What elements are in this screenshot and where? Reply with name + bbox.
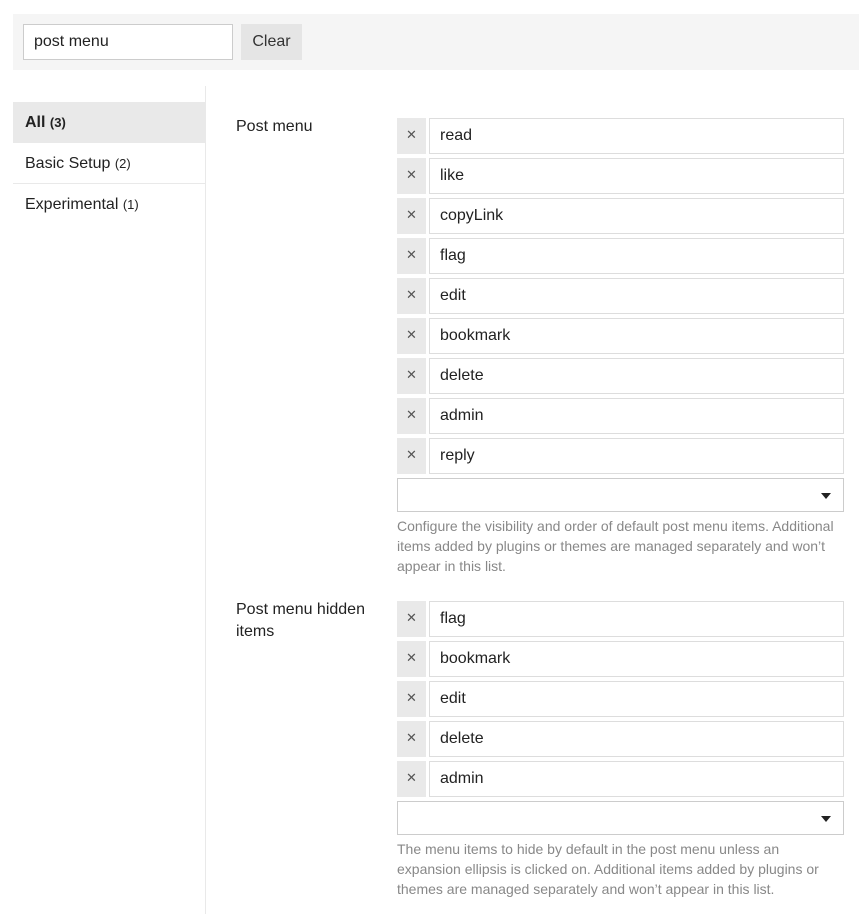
close-icon[interactable]: ✕ [397,318,426,354]
list-item-input[interactable] [429,118,844,154]
list-item-input[interactable] [429,438,844,474]
setting-label: Post menu [236,118,313,135]
list-item: ✕ [397,721,844,757]
list-item: ✕ [397,118,844,154]
close-icon[interactable]: ✕ [397,358,426,394]
sidebar-item-count: (1) [122,197,139,212]
list-item: ✕ [397,318,844,354]
list-item: ✕ [397,238,844,274]
list-item: ✕ [397,641,844,677]
add-item-dropdown[interactable] [397,801,844,835]
sidebar-item-label: Basic Setup [25,155,111,172]
setting-description: Configure the visibility and order of de… [397,518,834,574]
list-item-input[interactable] [429,681,844,717]
setting-value: ✕ ✕ ✕ ✕ ✕ ✕ ✕ ✕ [397,118,844,576]
close-icon[interactable]: ✕ [397,158,426,194]
close-icon[interactable]: ✕ [397,398,426,434]
caret-down-icon [821,493,831,499]
add-item-dropdown[interactable] [397,478,844,512]
caret-down-icon [821,816,831,822]
list-item: ✕ [397,358,844,394]
list-item-input[interactable] [429,601,844,637]
close-icon[interactable]: ✕ [397,761,426,797]
list-item-input[interactable] [429,641,844,677]
sidebar-item-basic-setup[interactable]: Basic Setup (2) [13,143,205,184]
list-item-input[interactable] [429,318,844,354]
close-icon[interactable]: ✕ [397,681,426,717]
close-icon[interactable]: ✕ [397,721,426,757]
close-icon[interactable]: ✕ [397,238,426,274]
list-item: ✕ [397,438,844,474]
list-item-input[interactable] [429,158,844,194]
list-item: ✕ [397,681,844,717]
sidebar-item-label: All [25,114,46,131]
close-icon[interactable]: ✕ [397,278,426,314]
list-item-input[interactable] [429,398,844,434]
list-item-input[interactable] [429,358,844,394]
category-sidebar: All (3) Basic Setup (2) Experimental (1) [13,102,205,225]
list-item: ✕ [397,158,844,194]
close-icon[interactable]: ✕ [397,641,426,677]
clear-button[interactable]: Clear [241,24,302,60]
setting-label: Post menu hidden items [236,601,365,640]
list-item-input[interactable] [429,278,844,314]
sidebar-item-count: (3) [49,115,66,130]
sidebar-item-experimental[interactable]: Experimental (1) [13,184,205,225]
settings-search-input[interactable] [23,24,233,60]
sidebar-divider [205,86,206,914]
sidebar-item-label: Experimental [25,196,119,213]
close-icon[interactable]: ✕ [397,438,426,474]
close-icon[interactable]: ✕ [397,601,426,637]
list-item: ✕ [397,601,844,637]
list-item: ✕ [397,278,844,314]
close-icon[interactable]: ✕ [397,198,426,234]
list-item: ✕ [397,761,844,797]
close-icon[interactable]: ✕ [397,118,426,154]
settings-filter-bar: Clear [13,14,859,70]
list-item: ✕ [397,398,844,434]
setting-value: ✕ ✕ ✕ ✕ ✕ The menu items to hide by defa… [397,601,844,899]
list-item-input[interactable] [429,721,844,757]
list-item-input[interactable] [429,198,844,234]
list-item-input[interactable] [429,238,844,274]
sidebar-item-all[interactable]: All (3) [13,102,205,143]
sidebar-item-count: (2) [114,156,131,171]
list-item-input[interactable] [429,761,844,797]
setting-description: The menu items to hide by default in the… [397,841,819,897]
list-item: ✕ [397,198,844,234]
